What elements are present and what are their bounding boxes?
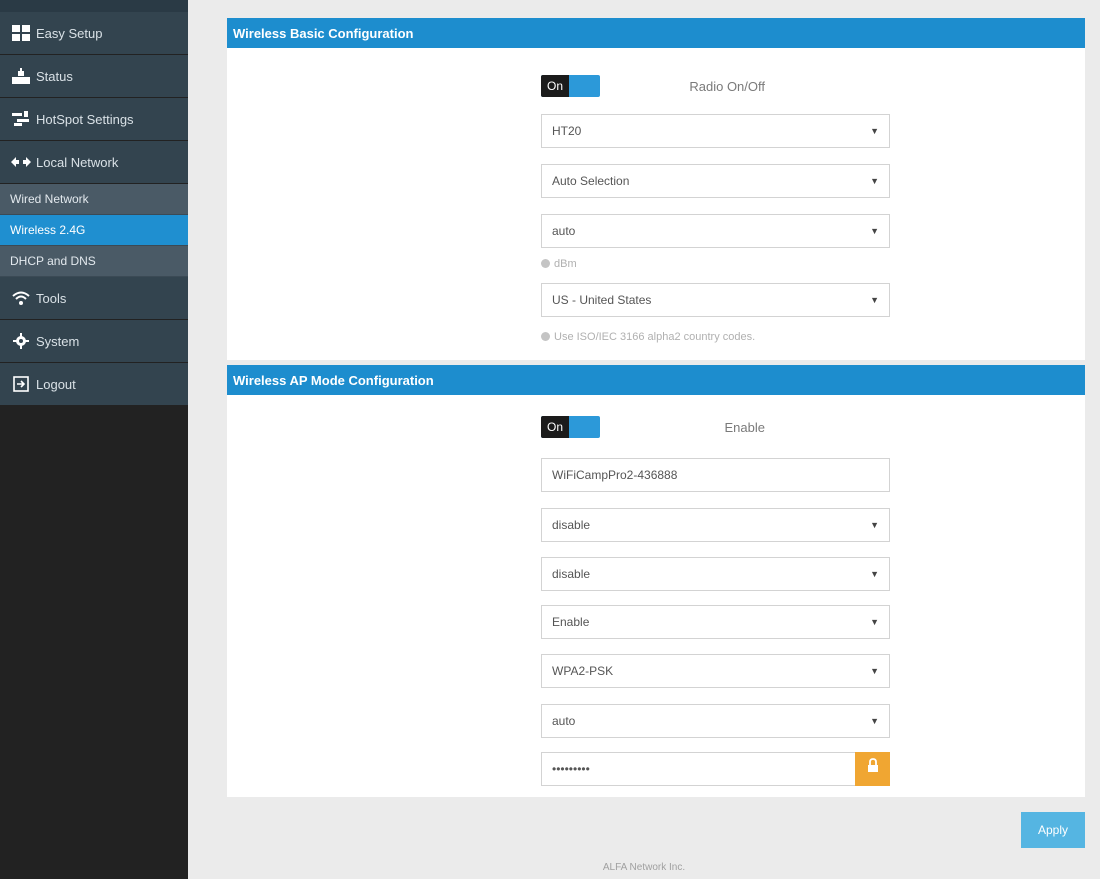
encryption-value: WPA2-PSK <box>552 664 614 678</box>
ssid-value: WiFiCampPro2-436888 <box>552 468 678 482</box>
info-icon <box>541 332 550 341</box>
cipher-select[interactable]: auto ▼ <box>541 704 890 738</box>
hide-ssid-value: disable <box>552 567 591 581</box>
key-input[interactable]: ••••••••• <box>541 752 890 786</box>
transmit-power-hint-text: dBm <box>554 258 577 270</box>
ap-config-title: Wireless AP Mode Configuration <box>227 365 1085 395</box>
ht-mode-row: HT Mode HT20 ▼ <box>227 114 1085 148</box>
sidebar-item-label: Local Network <box>36 154 119 170</box>
caret-down-icon: ▼ <box>870 617 879 627</box>
sidebar-top-strip <box>0 0 188 12</box>
sidebar: Easy Setup Status HotSpot Settings Local… <box>0 0 188 879</box>
wifi-icon <box>10 289 32 307</box>
footer-text: ALFA Network Inc. <box>602 862 686 873</box>
grid-icon <box>10 24 32 42</box>
transmit-power-hint: dBm <box>541 258 577 270</box>
enable-row: Enable On <box>227 411 1085 445</box>
sidebar-subitem-label: Wired Network <box>10 192 89 206</box>
network-arrows-icon <box>10 153 32 171</box>
sidebar-item-label: Logout <box>36 376 76 392</box>
sidebar-item-label: Status <box>36 68 73 84</box>
transmit-power-row: Transmit power auto ▼ <box>227 214 1085 248</box>
apply-button[interactable]: Apply <box>1021 812 1085 848</box>
caret-down-icon: ▼ <box>870 176 879 186</box>
channel-row: Channel Auto Selection ▼ <box>227 164 1085 198</box>
sidebar-item-local-network[interactable]: Local Network <box>0 141 188 184</box>
sidebar-item-easy-setup[interactable]: Easy Setup <box>0 12 188 55</box>
sidebar-item-logout[interactable]: Logout <box>0 363 188 406</box>
country-code-hint-text: Use ISO/IEC 3166 alpha2 country codes. <box>554 331 756 343</box>
radio-toggle-state: On <box>541 75 569 97</box>
logout-icon <box>10 375 32 393</box>
channel-value: Auto Selection <box>552 174 630 188</box>
sidebar-subitem-wired-network[interactable]: Wired Network <box>0 184 188 215</box>
enable-label: Enable <box>724 420 765 435</box>
mac-filter-value: disable <box>552 518 591 532</box>
caret-down-icon: ▼ <box>870 520 879 530</box>
transmit-power-value: auto <box>552 224 576 238</box>
hide-ssid-row: Hide SSID disable ▼ <box>227 557 1085 591</box>
key-row: Key ••••••••• <box>227 752 1085 786</box>
radio-row: Radio On/Off On <box>227 70 1085 104</box>
country-code-hint: Use ISO/IEC 3166 alpha2 country codes. <box>541 331 755 343</box>
radio-toggle[interactable]: On <box>541 75 600 97</box>
mac-filter-row: MAC Address Filter disable ▼ <box>227 508 1085 542</box>
sidebar-item-label: Tools <box>36 290 67 306</box>
caret-down-icon: ▼ <box>870 716 879 726</box>
encryption-select[interactable]: WPA2-PSK ▼ <box>541 654 890 688</box>
ht-mode-select[interactable]: HT20 ▼ <box>541 114 890 148</box>
enable-toggle-state: On <box>541 416 569 438</box>
channel-select[interactable]: Auto Selection ▼ <box>541 164 890 198</box>
cipher-row: Cipher auto ▼ <box>227 704 1085 738</box>
radio-label: Radio On/Off <box>689 79 765 94</box>
country-code-value: US - United States <box>552 293 652 307</box>
sidebar-item-system[interactable]: System <box>0 320 188 363</box>
key-value: ••••••••• <box>552 762 590 776</box>
mac-filter-select[interactable]: disable ▼ <box>541 508 890 542</box>
sidebar-subitem-label: Wireless 2.4G <box>10 223 86 237</box>
basic-config-panel: Wireless Basic Configuration Radio On/Of… <box>227 18 1085 360</box>
wmm-mode-value: Enable <box>552 615 590 629</box>
gear-icon <box>10 332 32 350</box>
country-code-row: Country code US - United States ▼ <box>227 283 1085 317</box>
sidebar-subitem-label: DHCP and DNS <box>10 254 96 268</box>
wmm-mode-row: WMM Mode Enable ▼ <box>227 605 1085 639</box>
hide-ssid-select[interactable]: disable ▼ <box>541 557 890 591</box>
hotspot-icon <box>10 110 32 128</box>
lock-icon <box>867 753 879 785</box>
caret-down-icon: ▼ <box>870 226 879 236</box>
basic-config-title: Wireless Basic Configuration <box>227 18 1085 48</box>
caret-down-icon: ▼ <box>870 666 879 676</box>
sidebar-item-tools[interactable]: Tools <box>0 277 188 320</box>
sidebar-item-label: HotSpot Settings <box>36 111 134 127</box>
ap-config-panel: Wireless AP Mode Configuration Enable On… <box>227 365 1085 797</box>
ssid-input[interactable]: WiFiCampPro2-436888 <box>541 458 890 492</box>
transmit-power-select[interactable]: auto ▼ <box>541 214 890 248</box>
info-icon <box>541 259 550 268</box>
sidebar-subitem-dhcp-and-dns[interactable]: DHCP and DNS <box>0 246 188 277</box>
sidebar-item-status[interactable]: Status <box>0 55 188 98</box>
cipher-value: auto <box>552 714 576 728</box>
encryption-row: Encryption WPA2-PSK ▼ <box>227 654 1085 688</box>
sidebar-item-label: System <box>36 333 80 349</box>
country-code-select[interactable]: US - United States ▼ <box>541 283 890 317</box>
wmm-mode-select[interactable]: Enable ▼ <box>541 605 890 639</box>
caret-down-icon: ▼ <box>870 126 879 136</box>
ssid-row: SSID (Network Name) WiFiCampPro2-436888 <box>227 458 1085 492</box>
caret-down-icon: ▼ <box>870 569 879 579</box>
sidebar-item-label: Easy Setup <box>36 25 103 41</box>
caret-down-icon: ▼ <box>870 295 879 305</box>
ht-mode-value: HT20 <box>552 124 582 138</box>
sidebar-item-hotspot-settings[interactable]: HotSpot Settings <box>0 98 188 141</box>
sidebar-subitem-wireless-2-4g[interactable]: Wireless 2.4G <box>0 215 188 246</box>
enable-toggle[interactable]: On <box>541 416 600 438</box>
reveal-key-button[interactable] <box>855 752 890 786</box>
status-icon <box>10 67 32 85</box>
